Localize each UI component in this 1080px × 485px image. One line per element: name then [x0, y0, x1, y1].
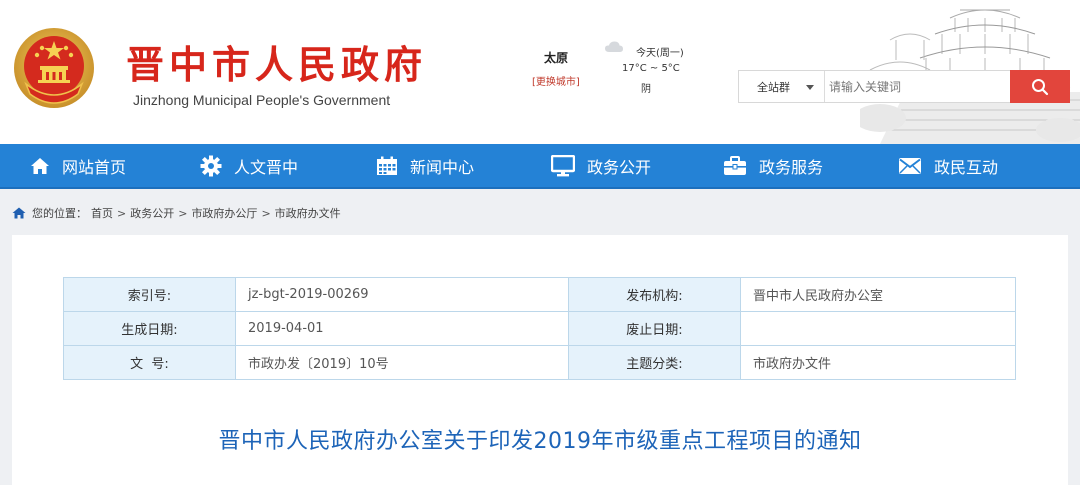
chevron-down-icon	[806, 85, 814, 90]
nav-item-label: 人文晋中	[234, 157, 299, 177]
change-city-link[interactable]: [更换城市]	[532, 73, 580, 88]
document-meta-table: 索引号: jz-bgt-2019-00269 发布机构: 晋中市人民政府办公室 …	[63, 277, 1016, 380]
nav-item-label: 政务服务	[759, 157, 824, 177]
expiry-date-label: 废止日期:	[568, 311, 741, 346]
breadcrumb-separator: >	[178, 206, 188, 220]
nav-item-gov-affairs[interactable]: 政务公开	[551, 144, 651, 187]
nav-item-label: 网站首页	[62, 157, 127, 177]
nav-item-label: 政民互动	[934, 157, 999, 177]
monitor-icon	[551, 154, 575, 176]
envelope-icon	[899, 157, 921, 174]
weather-condition: 阴	[641, 84, 651, 95]
document-title: 晋中市人民政府办公室关于印发2019年市级重点工程项目的通知	[218, 429, 862, 454]
table-row: 生成日期: 2019-04-01 废止日期:	[63, 311, 1016, 346]
home-icon	[31, 157, 49, 174]
search-scope-select[interactable]: 全站群	[739, 71, 825, 102]
home-icon	[12, 207, 26, 219]
calendar-icon	[377, 156, 397, 175]
topic-category-value: 市政府办文件	[740, 345, 1016, 380]
index-number-value: jz-bgt-2019-00269	[235, 277, 569, 312]
nav-item-interaction[interactable]: 政民互动	[898, 144, 998, 187]
breadcrumb-separator: >	[261, 206, 271, 220]
search-input[interactable]	[827, 71, 1015, 102]
nav-item-label: 政务公开	[587, 157, 652, 177]
created-date-label: 生成日期:	[63, 311, 236, 346]
gear-icon	[200, 155, 222, 176]
site-title[interactable]: 晋中市人民政府	[126, 34, 427, 89]
document-number-value: 市政办发〔2019〕10号	[235, 345, 569, 380]
breadcrumb-link-gov-affairs[interactable]: 政务公开	[130, 205, 174, 221]
expiry-date-value	[740, 311, 1016, 346]
national-emblem-logo	[14, 28, 94, 108]
site-subtitle: Jinzhong Municipal People's Government	[133, 92, 391, 108]
search-bar: 全站群	[738, 70, 1070, 103]
main-nav: 网站首页 人文晋中 新闻中心 政务公开 政务服务 政民互动	[0, 144, 1080, 189]
breadcrumb: 您的位置： 首页 > 政务公开 > 市政府办公厅 > 市政府办文件	[12, 205, 341, 221]
topic-category-label: 主题分类:	[568, 345, 741, 380]
issuing-agency-value: 晋中市人民政府办公室	[740, 277, 1016, 312]
search-icon	[1032, 78, 1049, 95]
nav-item-home[interactable]: 网站首页	[30, 144, 126, 187]
nav-item-news[interactable]: 新闻中心	[376, 144, 474, 187]
breadcrumb-link-documents[interactable]: 市政府办文件	[275, 205, 341, 221]
briefcase-icon	[724, 155, 746, 175]
cloudy-icon	[605, 41, 623, 52]
breadcrumb-link-office[interactable]: 市政府办公厅	[191, 205, 257, 221]
search-scope-label: 全站群	[757, 80, 790, 94]
breadcrumb-prefix: 您的位置：	[32, 207, 87, 220]
breadcrumb-link-home[interactable]: 首页	[91, 205, 113, 221]
weather-day: 今天(周一)	[636, 48, 684, 59]
nav-item-services[interactable]: 政务服务	[723, 144, 823, 187]
document-number-label: 文 号:	[63, 345, 236, 380]
weather-city: 太原	[544, 51, 569, 65]
content-card: 索引号: jz-bgt-2019-00269 发布机构: 晋中市人民政府办公室 …	[12, 235, 1068, 485]
site-header: 晋中市人民政府 Jinzhong Municipal People's Gove…	[0, 0, 1080, 144]
issuing-agency-label: 发布机构:	[568, 277, 741, 312]
created-date-value: 2019-04-01	[235, 311, 569, 346]
search-button[interactable]	[1010, 70, 1070, 103]
breadcrumb-separator: >	[117, 206, 127, 220]
table-row: 索引号: jz-bgt-2019-00269 发布机构: 晋中市人民政府办公室	[63, 277, 1016, 312]
nav-item-culture[interactable]: 人文晋中	[200, 144, 298, 187]
index-number-label: 索引号:	[63, 277, 236, 312]
nav-item-label: 新闻中心	[410, 157, 475, 177]
weather-temperature: 17°C ~ 5°C	[622, 63, 680, 74]
table-row: 文 号: 市政办发〔2019〕10号 主题分类: 市政府办文件	[63, 345, 1016, 380]
